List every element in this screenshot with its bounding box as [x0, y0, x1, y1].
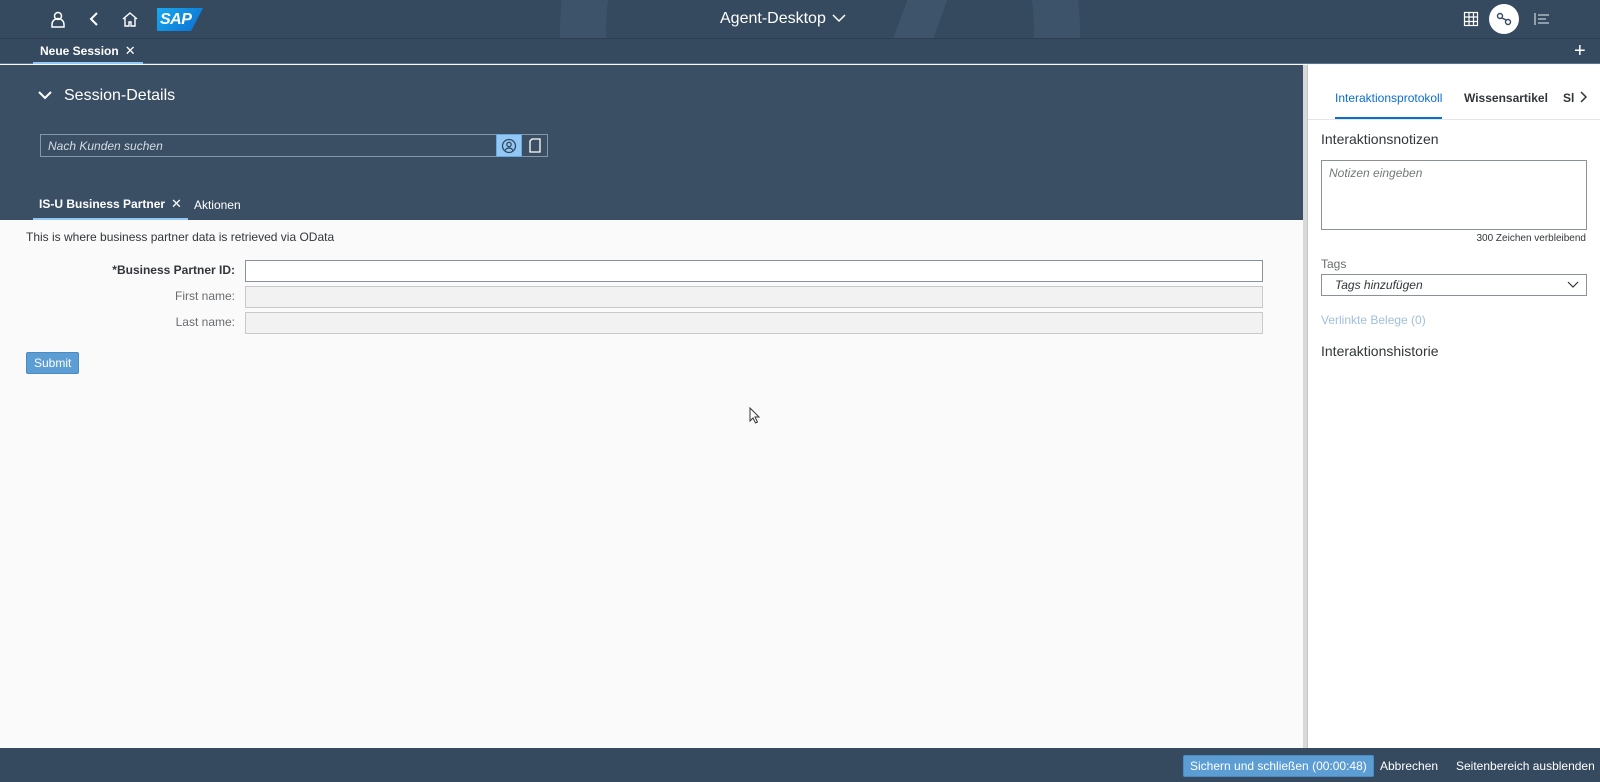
- mouse-cursor-icon: [749, 406, 761, 427]
- business-partner-id-input[interactable]: [245, 260, 1263, 282]
- last-name-label: Last name:: [175, 315, 235, 329]
- chevron-down-icon[interactable]: [1560, 281, 1586, 289]
- session-tab-label: Neue Session: [40, 43, 119, 58]
- business-partner-id-label: *Business Partner ID:: [112, 263, 235, 277]
- first-name-label: First name:: [174, 289, 235, 303]
- home-icon[interactable]: [120, 9, 140, 29]
- session-tab-neue-session[interactable]: Neue Session ✕: [33, 39, 143, 64]
- tags-combobox[interactable]: [1321, 274, 1587, 296]
- tab-wissensartikel[interactable]: Wissensartikel: [1464, 81, 1548, 119]
- business-partner-id-row: *Business Partner ID:: [0, 260, 1263, 282]
- session-details-title: Session-Details: [64, 87, 176, 104]
- tab-sl[interactable]: Sl: [1563, 81, 1574, 119]
- app-title: Agent-Desktop: [720, 10, 826, 27]
- footer-toolbar: Sichern und schließen (00:00:48) Abbrech…: [0, 748, 1600, 782]
- main-content: This is where business partner data is r…: [0, 220, 1303, 748]
- info-text: This is where business partner data is r…: [26, 230, 335, 244]
- submit-button[interactable]: Submit: [26, 352, 80, 374]
- close-icon[interactable]: ✕: [171, 196, 182, 212]
- first-name-input[interactable]: [245, 286, 1263, 308]
- sap-logo[interactable]: SAP: [157, 8, 203, 31]
- linked-documents-link[interactable]: Verlinkte Belege (0): [1321, 313, 1426, 327]
- shell-header: SAP Agent-Desktop: [0, 0, 1600, 38]
- back-icon[interactable]: [84, 9, 104, 29]
- session-details-toggle[interactable]: Session-Details: [38, 87, 175, 105]
- add-session-icon[interactable]: +: [1574, 41, 1586, 61]
- customer-search-input[interactable]: [40, 134, 496, 157]
- user-icon[interactable]: [48, 9, 68, 29]
- session-sub-tabs: IS-U Business Partner ✕ Aktionen: [33, 190, 247, 220]
- first-name-row: First name:: [0, 286, 1263, 308]
- tags-input[interactable]: [1322, 275, 1560, 295]
- customer-search-button[interactable]: [496, 134, 522, 157]
- tab-is-u-business-partner[interactable]: IS-U Business Partner ✕: [33, 190, 188, 220]
- chevron-down-icon: [38, 87, 52, 105]
- last-name-row: Last name:: [0, 312, 1263, 334]
- chevron-right-icon[interactable]: [1580, 91, 1588, 106]
- hide-side-panel-button[interactable]: Seitenbereich ausblenden: [1450, 755, 1600, 777]
- session-details-panel: Session-Details IS-U Business Partner ✕ …: [0, 65, 1303, 220]
- notifications-icon[interactable]: [1532, 9, 1552, 29]
- chevron-down-icon: [832, 1, 846, 37]
- save-close-button[interactable]: Sichern und schließen (00:00:48): [1183, 755, 1374, 777]
- side-panel-tabs: Interaktionsprotokoll Wissensartikel Sl: [1308, 65, 1600, 120]
- grid-icon[interactable]: [1461, 9, 1481, 29]
- clipboard-icon[interactable]: [522, 134, 548, 157]
- tab-aktionen[interactable]: Aktionen: [188, 190, 247, 220]
- tab-interaktionsprotokoll[interactable]: Interaktionsprotokoll: [1335, 81, 1443, 119]
- side-panel: Interaktionsprotokoll Wissensartikel Sl …: [1307, 65, 1600, 748]
- history-title: Interaktionshistorie: [1321, 343, 1439, 359]
- cancel-button[interactable]: Abbrechen: [1374, 755, 1444, 777]
- tab-label: IS-U Business Partner: [39, 197, 166, 211]
- tags-label: Tags: [1321, 257, 1347, 271]
- notes-title: Interaktionsnotizen: [1321, 131, 1439, 147]
- customer-search: [40, 134, 548, 157]
- chars-remaining: 300 Zeichen verbleibend: [1476, 233, 1586, 244]
- last-name-input[interactable]: [245, 312, 1263, 334]
- app-title-menu[interactable]: Agent-Desktop: [720, 0, 846, 38]
- avatar-icon[interactable]: [1489, 4, 1519, 34]
- tab-label: Aktionen: [193, 198, 241, 212]
- notes-input[interactable]: [1321, 160, 1587, 230]
- session-tab-bar: Neue Session ✕ +: [0, 38, 1600, 64]
- close-icon[interactable]: ✕: [125, 43, 136, 59]
